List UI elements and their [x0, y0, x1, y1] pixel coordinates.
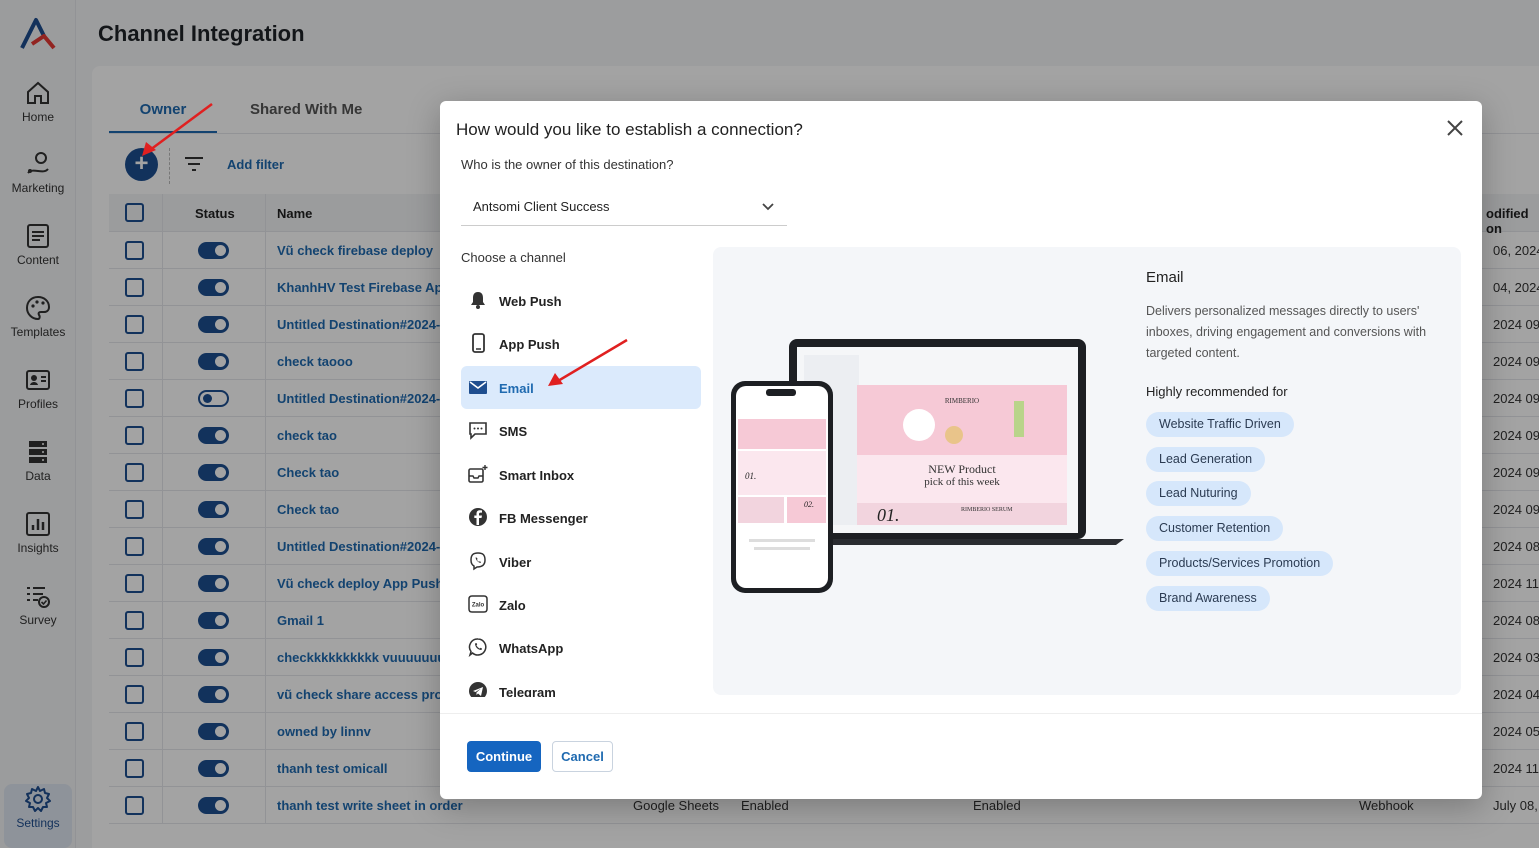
- recommended-label: Highly recommended for: [1146, 384, 1288, 399]
- channel-app-push[interactable]: App Push: [461, 322, 701, 365]
- owner-select-value: Antsomi Client Success: [473, 199, 610, 214]
- chevron-down-icon: [762, 203, 774, 211]
- email-icon: [469, 381, 487, 394]
- recommend-tag: Customer Retention: [1146, 516, 1284, 541]
- channel-viber[interactable]: Viber: [461, 540, 701, 583]
- mobile-icon: [472, 333, 485, 353]
- channel-sms[interactable]: SMS: [461, 409, 701, 452]
- continue-button[interactable]: Continue: [467, 741, 541, 772]
- recommend-tag: Website Traffic Driven: [1146, 412, 1294, 437]
- owner-question-label: Who is the owner of this destination?: [461, 157, 674, 172]
- bell-icon: [471, 292, 485, 309]
- viber-icon: [470, 552, 486, 571]
- recommend-tag: Products/Services Promotion: [1146, 551, 1334, 576]
- telegram-icon: [469, 682, 487, 697]
- connection-modal: How would you like to establish a connec…: [440, 101, 1482, 799]
- channel-label: Zalo: [499, 598, 526, 613]
- channel-label: Viber: [499, 555, 532, 570]
- smart-inbox-icon: [468, 465, 488, 483]
- channel-whatsapp[interactable]: WhatsApp: [461, 626, 701, 669]
- preview-description: Delivers personalized messages directly …: [1146, 304, 1427, 360]
- channel-label: WhatsApp: [499, 641, 564, 656]
- mock-headline2: pick of this week: [924, 476, 1000, 488]
- mock-phone-number: 01.: [745, 471, 756, 481]
- modal-title: How would you like to establish a connec…: [456, 120, 803, 139]
- channel-label: SMS: [499, 424, 528, 439]
- choose-channel-label: Choose a channel: [461, 250, 566, 265]
- facebook-icon: [469, 508, 487, 526]
- whatsapp-icon: [468, 638, 487, 657]
- sms-icon: [469, 422, 487, 440]
- channel-list: Web Push App Push Email SMS Smart Inbox …: [461, 279, 701, 697]
- channel-web-push[interactable]: Web Push: [461, 279, 701, 322]
- close-icon[interactable]: [1445, 118, 1465, 138]
- mock-number: 01.: [877, 505, 900, 525]
- recommend-tag: Lead Nuturing: [1146, 481, 1251, 506]
- svg-text:Zalo: Zalo: [472, 603, 485, 609]
- channel-label: Smart Inbox: [499, 468, 575, 483]
- channel-preview: RIMBERIO NEW Product pick of this week 0…: [713, 247, 1461, 695]
- channel-email[interactable]: Email: [461, 366, 701, 409]
- preview-title: Email: [1146, 269, 1184, 286]
- cancel-button[interactable]: Cancel: [552, 741, 613, 772]
- channel-label: Telegram: [499, 685, 556, 697]
- mock-phone-number2: 02.: [804, 500, 814, 509]
- channel-telegram[interactable]: Telegram: [461, 670, 701, 697]
- modal-footer-divider: [440, 713, 1482, 714]
- owner-select[interactable]: Antsomi Client Success: [461, 188, 787, 226]
- channel-fb-messenger[interactable]: FB Messenger: [461, 496, 701, 539]
- zalo-icon: Zalo: [468, 595, 488, 613]
- mock-serum: RIMBERIO SERUM: [961, 507, 1013, 513]
- recommend-tag: Lead Generation: [1146, 447, 1266, 472]
- channel-label: FB Messenger: [499, 511, 588, 526]
- recommend-tag: Brand Awareness: [1146, 586, 1270, 611]
- channel-smart-inbox[interactable]: Smart Inbox: [461, 453, 701, 496]
- channel-label: Email: [499, 381, 534, 396]
- mock-headline1: NEW Product: [928, 462, 996, 476]
- mock-brand: RIMBERIO: [945, 397, 979, 405]
- channel-label: Web Push: [499, 294, 562, 309]
- email-device-illustration: RIMBERIO NEW Product pick of this week 0…: [731, 339, 1124, 593]
- channel-zalo[interactable]: Zalo Zalo: [461, 583, 701, 626]
- channel-label: App Push: [499, 337, 560, 352]
